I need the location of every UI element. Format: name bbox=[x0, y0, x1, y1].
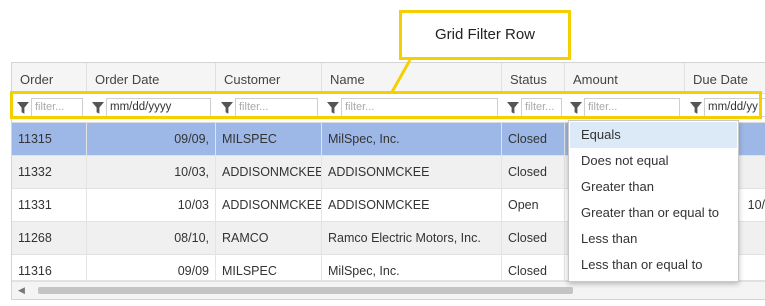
cell-order: 11331 bbox=[12, 189, 87, 221]
column-header-status[interactable]: Status bbox=[502, 63, 565, 93]
filter-input-due-date[interactable]: mm/dd/yy bbox=[704, 98, 765, 117]
filter-funnel-icon[interactable] bbox=[506, 101, 520, 115]
filter-cell-customer: filter... bbox=[216, 94, 322, 122]
column-header-due-date[interactable]: Due Date bbox=[685, 63, 765, 93]
filter-cell-order: filter... bbox=[12, 94, 87, 122]
filter-funnel-icon[interactable] bbox=[91, 101, 105, 115]
horizontal-scrollbar[interactable]: ◀ bbox=[12, 281, 765, 299]
cell-customer: RAMCO bbox=[216, 222, 322, 254]
filter-input-customer[interactable]: filter... bbox=[235, 98, 318, 117]
filter-input-name[interactable]: filter... bbox=[341, 98, 498, 117]
cell-customer: ADDISONMCKEE bbox=[216, 189, 322, 221]
filter-cell-status: filter... bbox=[502, 94, 565, 122]
grid-filter-row: filter... mm/dd/yyyy filter... filter...… bbox=[12, 94, 765, 123]
cell-name: Ramco Electric Motors, Inc. bbox=[322, 222, 502, 254]
cell-name: ADDISONMCKEE bbox=[322, 189, 502, 221]
scrollbar-thumb[interactable] bbox=[38, 287, 573, 294]
cell-status: Open bbox=[502, 189, 565, 221]
column-header-order[interactable]: Order bbox=[12, 63, 87, 93]
filter-funnel-icon[interactable] bbox=[326, 101, 340, 115]
menu-item-less-than[interactable]: Less than bbox=[570, 226, 737, 252]
cell-name: ADDISONMCKEE bbox=[322, 156, 502, 188]
menu-item-does-not-equal[interactable]: Does not equal bbox=[570, 148, 737, 174]
scroll-left-arrow-icon[interactable]: ◀ bbox=[18, 285, 25, 296]
menu-item-greater-than[interactable]: Greater than bbox=[570, 174, 737, 200]
cell-name: MilSpec, Inc. bbox=[322, 123, 502, 155]
cell-customer: MILSPEC bbox=[216, 123, 322, 155]
cell-order: 11332 bbox=[12, 156, 87, 188]
filter-funnel-icon[interactable] bbox=[220, 101, 234, 115]
cell-customer: ADDISONMCKEE bbox=[216, 156, 322, 188]
cell-order: 11315 bbox=[12, 123, 87, 155]
filter-input-status[interactable]: filter... bbox=[521, 98, 562, 117]
callout-label: Grid Filter Row bbox=[399, 10, 571, 60]
cell-order-date: 10/03, bbox=[87, 156, 216, 188]
cell-status: Closed bbox=[502, 222, 565, 254]
menu-item-greater-than-or-equal[interactable]: Greater than or equal to bbox=[570, 200, 737, 226]
filter-cell-amount: filter... bbox=[565, 94, 685, 122]
filter-funnel-icon[interactable] bbox=[16, 101, 30, 115]
filter-cell-name: filter... bbox=[322, 94, 502, 122]
filter-input-order[interactable]: filter... bbox=[31, 98, 83, 117]
column-header-name[interactable]: Name bbox=[322, 63, 502, 93]
filter-cell-order-date: mm/dd/yyyy bbox=[87, 94, 216, 122]
filter-funnel-icon[interactable] bbox=[689, 101, 703, 115]
column-header-amount[interactable]: Amount bbox=[565, 63, 685, 93]
filter-input-order-date[interactable]: mm/dd/yyyy bbox=[106, 98, 211, 117]
menu-item-equals[interactable]: Equals bbox=[570, 122, 737, 148]
cell-order-date: 08/10, bbox=[87, 222, 216, 254]
cell-status: Closed bbox=[502, 156, 565, 188]
menu-item-less-than-or-equal[interactable]: Less than or equal to bbox=[570, 252, 737, 278]
cell-status: Closed bbox=[502, 123, 565, 155]
cell-order-date: 09/09, bbox=[87, 123, 216, 155]
filter-operator-menu: Equals Does not equal Greater than Great… bbox=[568, 120, 739, 282]
filter-funnel-icon[interactable] bbox=[569, 101, 583, 115]
column-header-order-date[interactable]: Order Date bbox=[87, 63, 216, 93]
filter-input-amount[interactable]: filter... bbox=[584, 98, 680, 117]
filter-cell-due-date: mm/dd/yy bbox=[685, 94, 765, 122]
column-header-customer[interactable]: Customer bbox=[216, 63, 322, 93]
cell-order: 11268 bbox=[12, 222, 87, 254]
grid-header-row: Order Order Date Customer Name Status Am… bbox=[12, 63, 765, 94]
cell-order-date: 10/03 bbox=[87, 189, 216, 221]
